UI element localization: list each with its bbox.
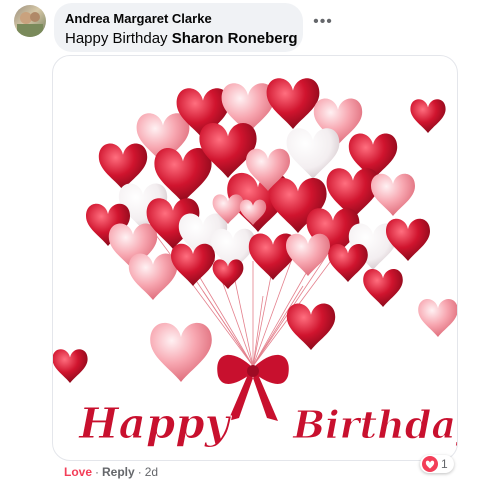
comment-timestamp[interactable]: 2d	[145, 465, 158, 479]
comment-bubble: Andrea Margaret Clarke Happy Birthday Sh…	[54, 3, 303, 52]
greeting-birthday: Birthday	[292, 402, 457, 447]
reaction-summary[interactable]: 1	[420, 455, 454, 473]
author-avatar[interactable]	[14, 5, 46, 37]
love-reaction-link[interactable]: Love	[64, 465, 92, 479]
comment-image[interactable]: Happy Birthday	[52, 55, 458, 461]
more-options-icon[interactable]: •••	[312, 14, 334, 32]
comment-actions: Love · Reply · 2d	[64, 465, 158, 479]
mention-link[interactable]: Sharon Roneberg	[172, 30, 298, 47]
comment-text-prefix: Happy Birthday	[65, 30, 172, 47]
love-reaction-icon	[422, 456, 438, 472]
reaction-count: 1	[441, 457, 448, 471]
separator: ·	[137, 465, 142, 479]
separator: ·	[95, 465, 100, 479]
balloon-cluster	[86, 78, 430, 300]
greeting-happy: Happy	[78, 399, 232, 448]
reply-link[interactable]: Reply	[102, 465, 135, 479]
comment-text: Happy Birthday Sharon Roneberg	[65, 30, 298, 47]
comment-author[interactable]: Andrea Margaret Clarke	[65, 11, 212, 26]
